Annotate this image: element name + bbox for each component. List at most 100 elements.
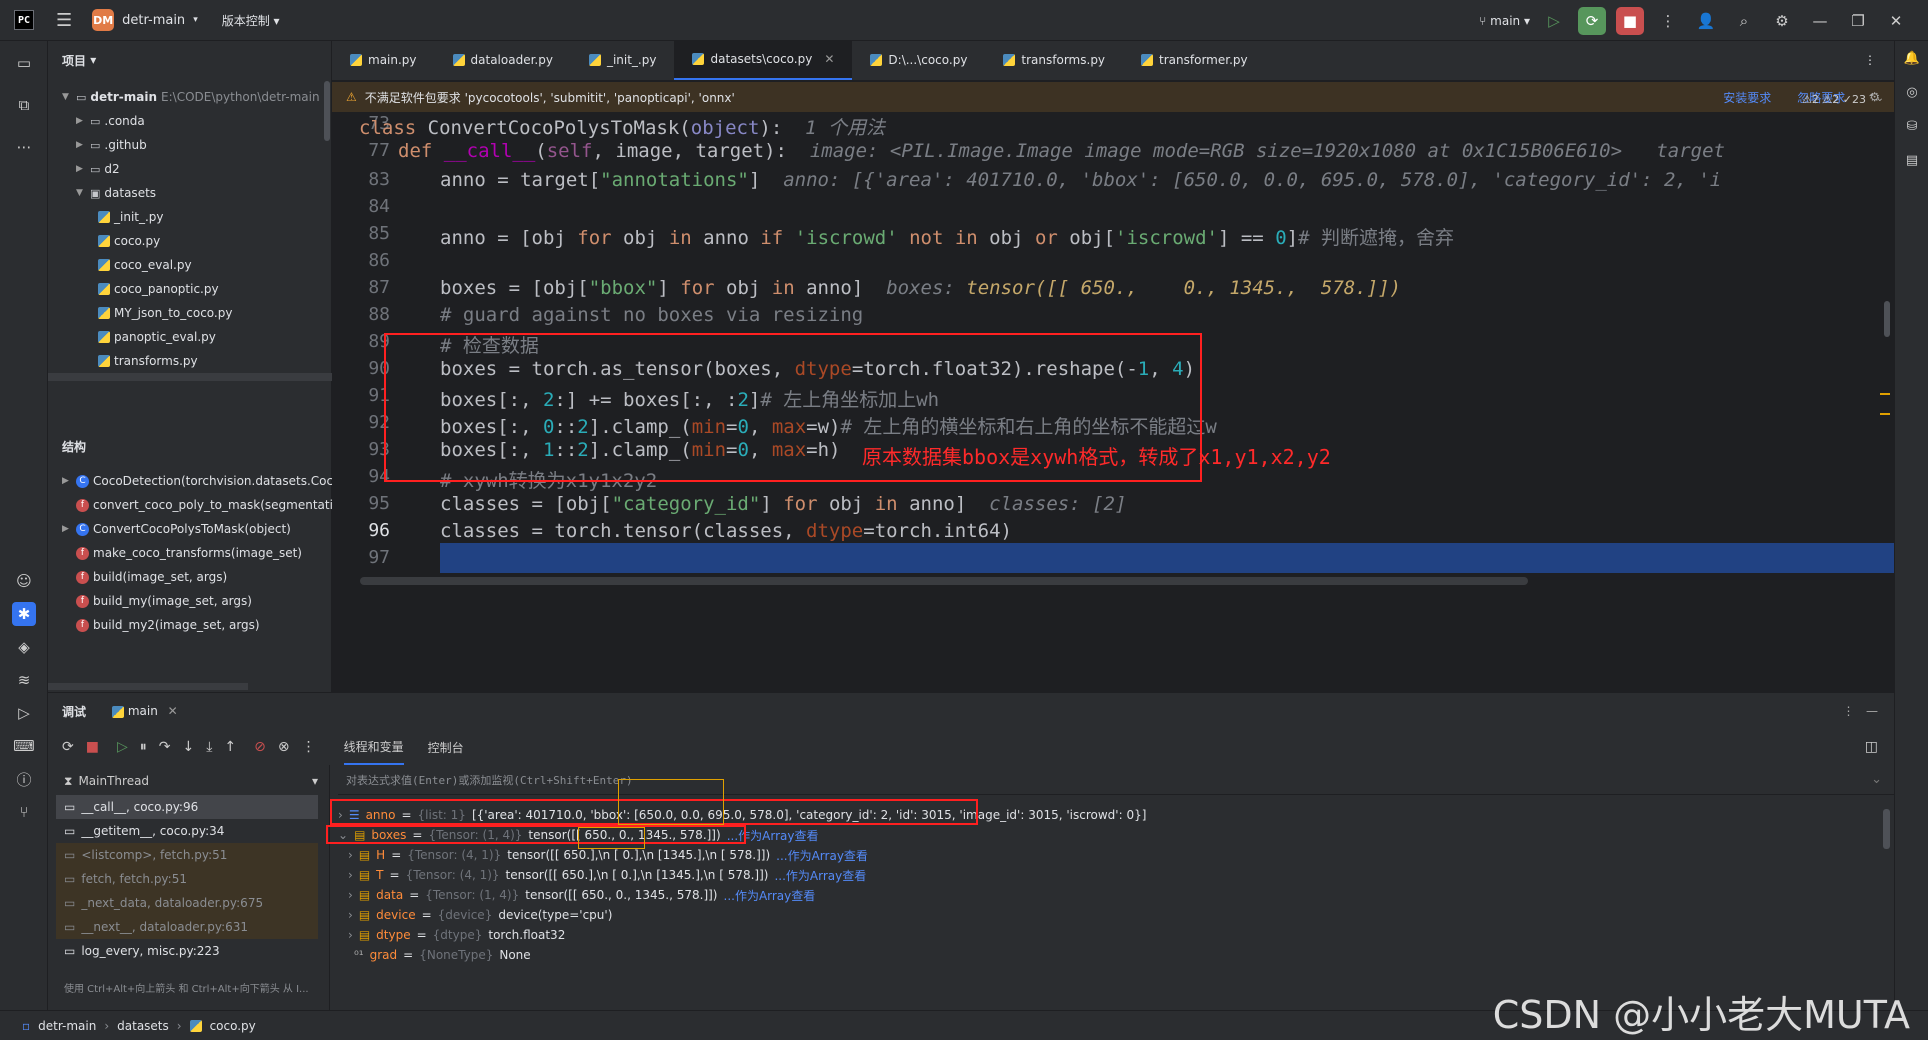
restore-icon[interactable]: ❐: [1844, 7, 1872, 35]
breadcrumb-file[interactable]: coco.py: [210, 1019, 256, 1033]
layers-icon[interactable]: ≋: [12, 668, 36, 692]
structure-icon[interactable]: ⧉: [12, 93, 36, 117]
step-over-icon[interactable]: ↷: [159, 739, 171, 755]
mute-breakpoints-icon[interactable]: ⊗: [278, 739, 290, 755]
step-into-my-code-icon[interactable]: ⤓: [206, 739, 212, 755]
step-into-icon[interactable]: ↓: [182, 739, 194, 755]
project-panel-header[interactable]: 项目 ▾: [48, 41, 331, 79]
breadcrumb-root[interactable]: detr-main: [38, 1019, 96, 1033]
branch-selector[interactable]: ⑂ main ▾: [1479, 14, 1530, 28]
vertical-scrollbar[interactable]: [324, 81, 330, 141]
layout-icon[interactable]: ◫: [1865, 739, 1878, 755]
tree-item[interactable]: ▼ ▣ datasets: [76, 181, 156, 205]
settings-gear-icon[interactable]: ⚙: [1768, 7, 1796, 35]
frame-item[interactable]: ▭ _next_data, dataloader.py:675: [56, 891, 318, 915]
tab-transformer-py[interactable]: transformer.py: [1123, 40, 1266, 80]
tab-transforms-py[interactable]: transforms.py: [985, 40, 1123, 80]
close-icon[interactable]: ✕: [168, 704, 178, 718]
inspection-widget[interactable]: ⚠2 ⚠2 ✓23: [1802, 93, 1866, 106]
variable-row[interactable]: ⁰¹ grad = {NoneType} None: [348, 943, 531, 967]
frame-item[interactable]: ▭ <listcomp>, fetch.py:51: [56, 843, 318, 867]
tree-item[interactable]: ▶ ▭ .conda: [76, 109, 145, 133]
frame-item[interactable]: ▭ fetch, fetch.py:51: [56, 867, 318, 891]
structure-item[interactable]: ▶ C CocoDetection(torchvision.datasets.Coc: [62, 469, 333, 493]
minimize-icon[interactable]: —: [1806, 7, 1834, 35]
tabs-more-icon[interactable]: ⋮: [1846, 40, 1894, 80]
tree-item[interactable]: coco_panoptic.py: [98, 277, 219, 301]
services-icon[interactable]: ▷: [12, 701, 36, 725]
project-folder-icon[interactable]: ▭: [12, 51, 36, 75]
tree-item[interactable]: MY_json_to_coco.py: [98, 301, 232, 325]
tab-datasets-coco-py[interactable]: datasets\coco.py ✕: [674, 40, 853, 80]
vertical-scrollbar[interactable]: [1883, 809, 1890, 849]
more-icon[interactable]: ⋮: [1654, 7, 1682, 35]
code-view[interactable]: 73 class ConvertCocoPolysToMask(object):…: [332, 113, 1894, 683]
tree-item[interactable]: coco_eval.py: [98, 253, 192, 277]
run-icon[interactable]: ▷: [1540, 7, 1568, 35]
notifications-bell-icon[interactable]: 🔔: [1902, 51, 1922, 71]
horizontal-scrollbar[interactable]: [48, 683, 248, 690]
git-icon[interactable]: ⑂: [12, 800, 36, 824]
python-console-icon[interactable]: ◈: [12, 635, 36, 659]
rerun-debug-icon[interactable]: ⟳: [1578, 6, 1606, 35]
breadcrumb-folder[interactable]: datasets: [117, 1019, 169, 1033]
tab-init-py[interactable]: _init_.py: [571, 40, 675, 80]
tab-d-coco-py[interactable]: D:\...\coco.py: [852, 40, 985, 80]
close-tab-icon[interactable]: ✕: [824, 52, 834, 66]
usages-hint[interactable]: 1 个用法: [805, 117, 885, 139]
sciview-icon[interactable]: ▤: [1902, 153, 1922, 173]
stop-icon[interactable]: ■: [86, 739, 99, 755]
evaluate-expression-field[interactable]: 对表达式求值(Enter)或添加监视(Ctrl+Shift+Enter) ⌄: [338, 765, 1894, 795]
chevron-up-icon[interactable]: ⌃⌄: [1867, 93, 1884, 104]
more-tools-icon[interactable]: ⋯: [12, 135, 36, 159]
structure-item[interactable]: f build(image_set, args): [62, 565, 227, 589]
vertical-scrollbar[interactable]: [1884, 301, 1890, 337]
view-as-array-link[interactable]: ...作为Array查看: [774, 867, 866, 884]
search-icon[interactable]: ⌕: [1730, 7, 1758, 35]
tab-dataloader-py[interactable]: dataloader.py: [435, 40, 571, 80]
tab-threads-variables[interactable]: 线程和变量: [343, 730, 404, 765]
frame-item[interactable]: ▭ __getitem__, coco.py:34: [56, 819, 318, 843]
install-requirements-link[interactable]: 安装要求: [1723, 89, 1771, 106]
more-icon[interactable]: ⋮ —: [1843, 704, 1878, 718]
pause-icon[interactable]: ⏸: [140, 739, 147, 755]
horizontal-scrollbar[interactable]: [48, 373, 332, 381]
debug-bug-icon[interactable]: ✱: [12, 602, 36, 626]
chevron-down-icon[interactable]: ⌄: [1871, 772, 1882, 787]
tree-item[interactable]: _init_.py: [98, 205, 164, 229]
frame-item[interactable]: ▭ __next__, dataloader.py:631: [56, 915, 318, 939]
structure-item[interactable]: f build_my2(image_set, args): [62, 613, 260, 637]
structure-item[interactable]: f build_my(image_set, args): [62, 589, 252, 613]
view-breakpoints-icon[interactable]: ⊘: [254, 739, 266, 755]
tree-root[interactable]: ▼ ▭ detr-main E:\CODE\python\detr-main: [62, 85, 320, 109]
rerun-icon[interactable]: ⟳: [62, 739, 74, 755]
tree-item[interactable]: panoptic_eval.py: [98, 325, 216, 349]
step-out-icon[interactable]: ↑: [224, 739, 236, 755]
stop-icon[interactable]: ■: [1616, 6, 1644, 35]
terminal-icon[interactable]: ⌨: [12, 734, 36, 758]
vcs-menu[interactable]: 版本控制 ▾: [222, 12, 280, 29]
structure-item[interactable]: ▶ C ConvertCocoPolysToMask(object): [62, 517, 291, 541]
resume-icon[interactable]: ▷: [117, 739, 128, 755]
thread-selector[interactable]: ⧗ MainThread ▾: [56, 769, 318, 793]
copilot-icon[interactable]: ☺: [12, 569, 36, 593]
view-as-array-link[interactable]: ...作为Array查看: [724, 887, 816, 904]
structure-item[interactable]: f convert_coco_poly_to_mask(segmentatic: [62, 493, 340, 517]
more-icon[interactable]: ⋮: [302, 739, 316, 755]
debug-session-tab[interactable]: main ✕: [112, 704, 178, 718]
frame-item-selected[interactable]: ▭ __call__, coco.py:96: [56, 795, 318, 819]
problems-icon[interactable]: ⓘ: [12, 767, 36, 791]
tab-main-py[interactable]: main.py: [332, 40, 435, 80]
horizontal-scrollbar[interactable]: [360, 577, 1528, 585]
project-selector[interactable]: DM detr-main ▾: [92, 9, 198, 31]
tree-item[interactable]: transforms.py: [98, 349, 198, 373]
database-icon[interactable]: ⛁: [1902, 119, 1922, 139]
add-user-icon[interactable]: 👤: [1692, 7, 1720, 35]
structure-item[interactable]: f make_coco_transforms(image_set): [62, 541, 302, 565]
tab-console[interactable]: 控制台: [428, 739, 464, 756]
tree-item[interactable]: ▶ ▭ d2: [76, 157, 120, 181]
view-as-array-link[interactable]: ...作为Array查看: [776, 847, 868, 864]
close-icon[interactable]: ✕: [1882, 7, 1910, 35]
main-menu-icon[interactable]: ☰: [56, 10, 72, 31]
frame-item[interactable]: ▭ log_every, misc.py:223: [56, 939, 318, 963]
